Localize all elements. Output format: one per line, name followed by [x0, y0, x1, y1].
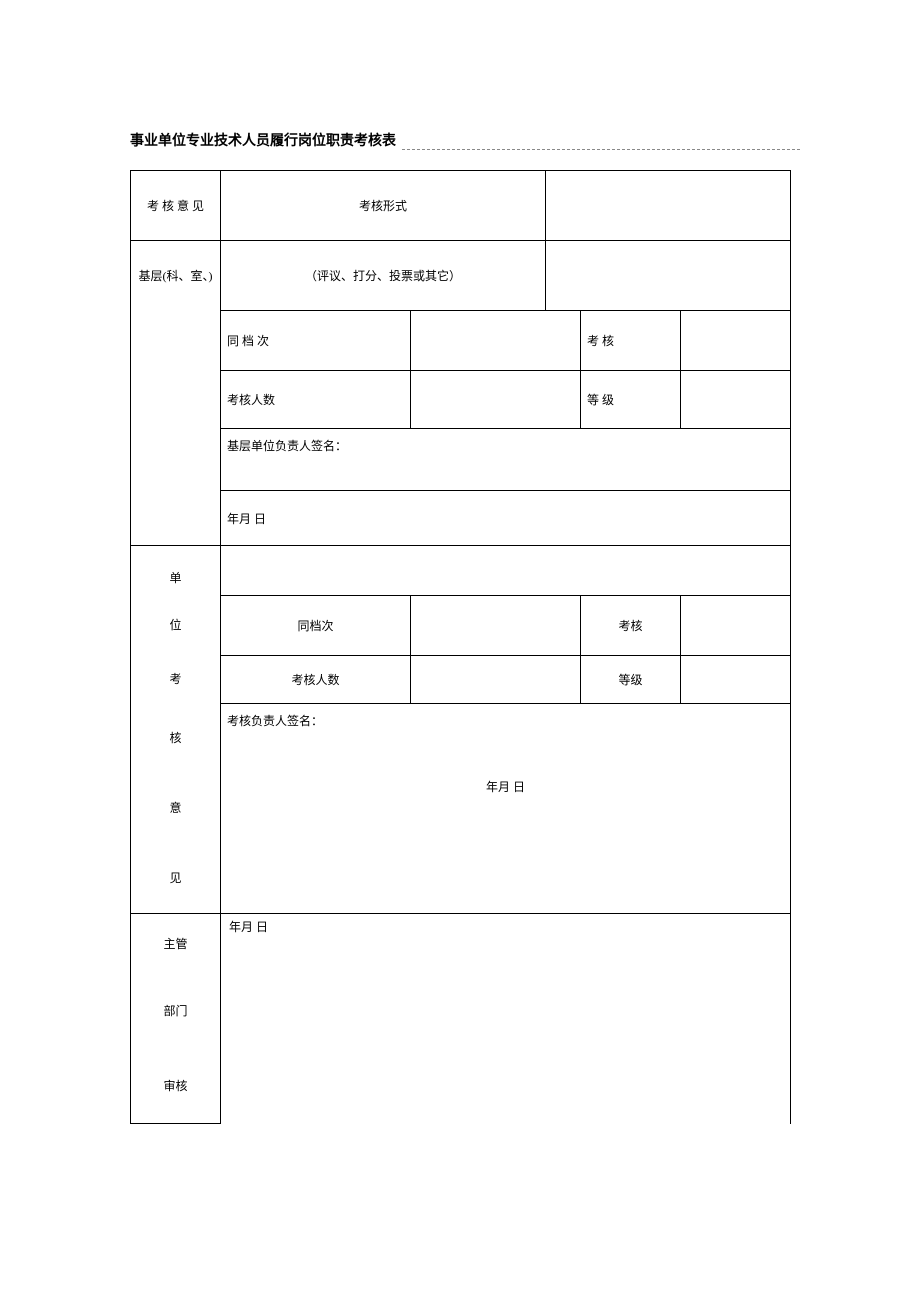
assess-people2-cell: 考核人数 [221, 656, 411, 704]
same-level2-cell: 同档次 [221, 596, 411, 656]
unit-char-6: 见 [131, 844, 221, 914]
grade-value[interactable] [681, 371, 791, 429]
ymd-cell-3[interactable]: 年月 日 [221, 914, 791, 1124]
dept-char-3: 审核 [131, 1049, 221, 1124]
same-level-cell: 同 档 次 [221, 311, 411, 371]
unit-char-4: 核 [131, 704, 221, 774]
ymd-cell-1: 年月 日 [221, 491, 791, 546]
unit-char-1: 单 [131, 546, 221, 596]
assess-signer-cell[interactable]: 考核负责人签名： [221, 704, 791, 774]
document-title: 事业单位专业技术人员履行岗位职责考核表 [130, 130, 402, 150]
ymd-cell-2: 年月 日 [221, 774, 791, 844]
assess-cell: 考 核 [581, 311, 681, 371]
unit-blank-bottom[interactable] [221, 844, 791, 914]
base-layer-cell: 基层(科、室、) [131, 241, 221, 311]
form-note-cell: （评议、打分、投票或其它） [221, 241, 546, 311]
unit-char-5: 意 [131, 774, 221, 844]
assess-people-value[interactable] [411, 371, 581, 429]
dept-char-2: 部门 [131, 974, 221, 1049]
assess-people-cell: 考核人数 [221, 371, 411, 429]
title-row: 事业单位专业技术人员履行岗位职责考核表 [130, 130, 800, 150]
grade2-value[interactable] [681, 656, 791, 704]
base-layer-span [131, 311, 221, 546]
assess2-value[interactable] [681, 596, 791, 656]
grade2-cell: 等级 [581, 656, 681, 704]
form-header-cell: 考核形式 [221, 171, 546, 241]
unit-blank-row[interactable] [221, 546, 791, 596]
title-dashes [402, 140, 800, 150]
base-signer-cell[interactable]: 基层单位负责人签名： [221, 429, 791, 491]
assess2-cell: 考核 [581, 596, 681, 656]
blank-a[interactable] [546, 171, 791, 241]
dept-char-1: 主管 [131, 914, 221, 974]
assess-people2-value[interactable] [411, 656, 581, 704]
grade-cell: 等 级 [581, 371, 681, 429]
same-level-value[interactable] [411, 311, 581, 371]
unit-char-2: 位 [131, 596, 221, 656]
same-level2-value[interactable] [411, 596, 581, 656]
unit-char-3: 考 [131, 656, 221, 704]
assessment-table: 考 核 意 见 考核形式 基层(科、室、) （评议、打分、投票或其它） 同 档 … [130, 170, 791, 1124]
assess-value[interactable] [681, 311, 791, 371]
blank-b[interactable] [546, 241, 791, 311]
opinion-header-cell: 考 核 意 见 [131, 171, 221, 241]
